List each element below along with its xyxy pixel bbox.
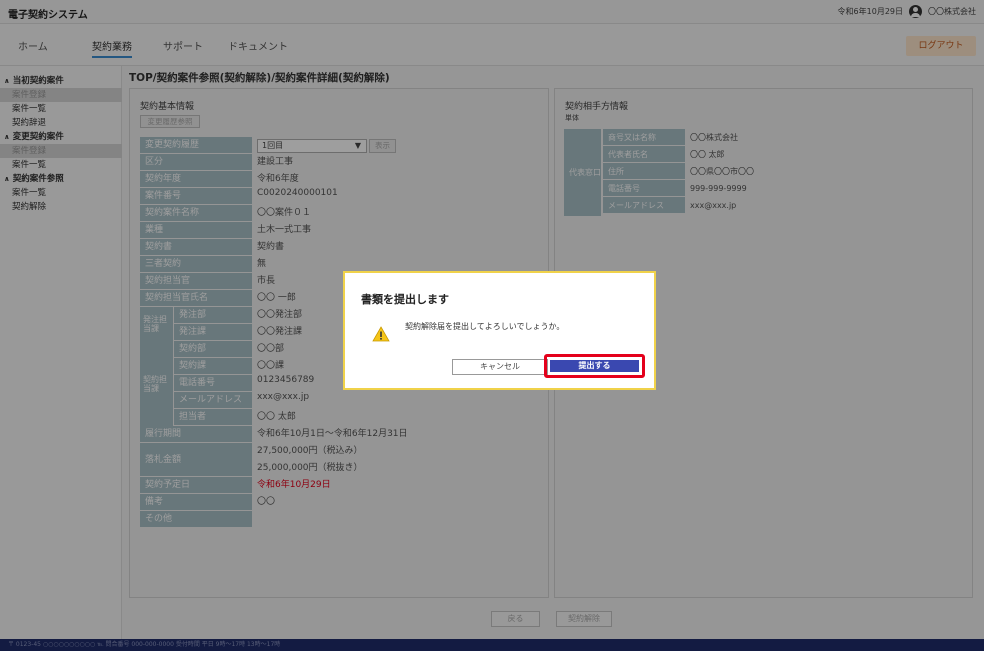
dialog-message: 契約解除届を提出してよろしいでしょうか。 [405, 322, 565, 331]
dialog-title: 書類を提出します [361, 293, 449, 306]
cancel-button[interactable]: キャンセル [452, 359, 548, 375]
submit-button[interactable]: 提出する [550, 360, 639, 372]
submit-highlight: 提出する [544, 354, 645, 378]
warning-icon [372, 326, 390, 342]
confirm-dialog: 書類を提出します 契約解除届を提出してよろしいでしょうか。 キャンセル 提出する [343, 271, 656, 390]
